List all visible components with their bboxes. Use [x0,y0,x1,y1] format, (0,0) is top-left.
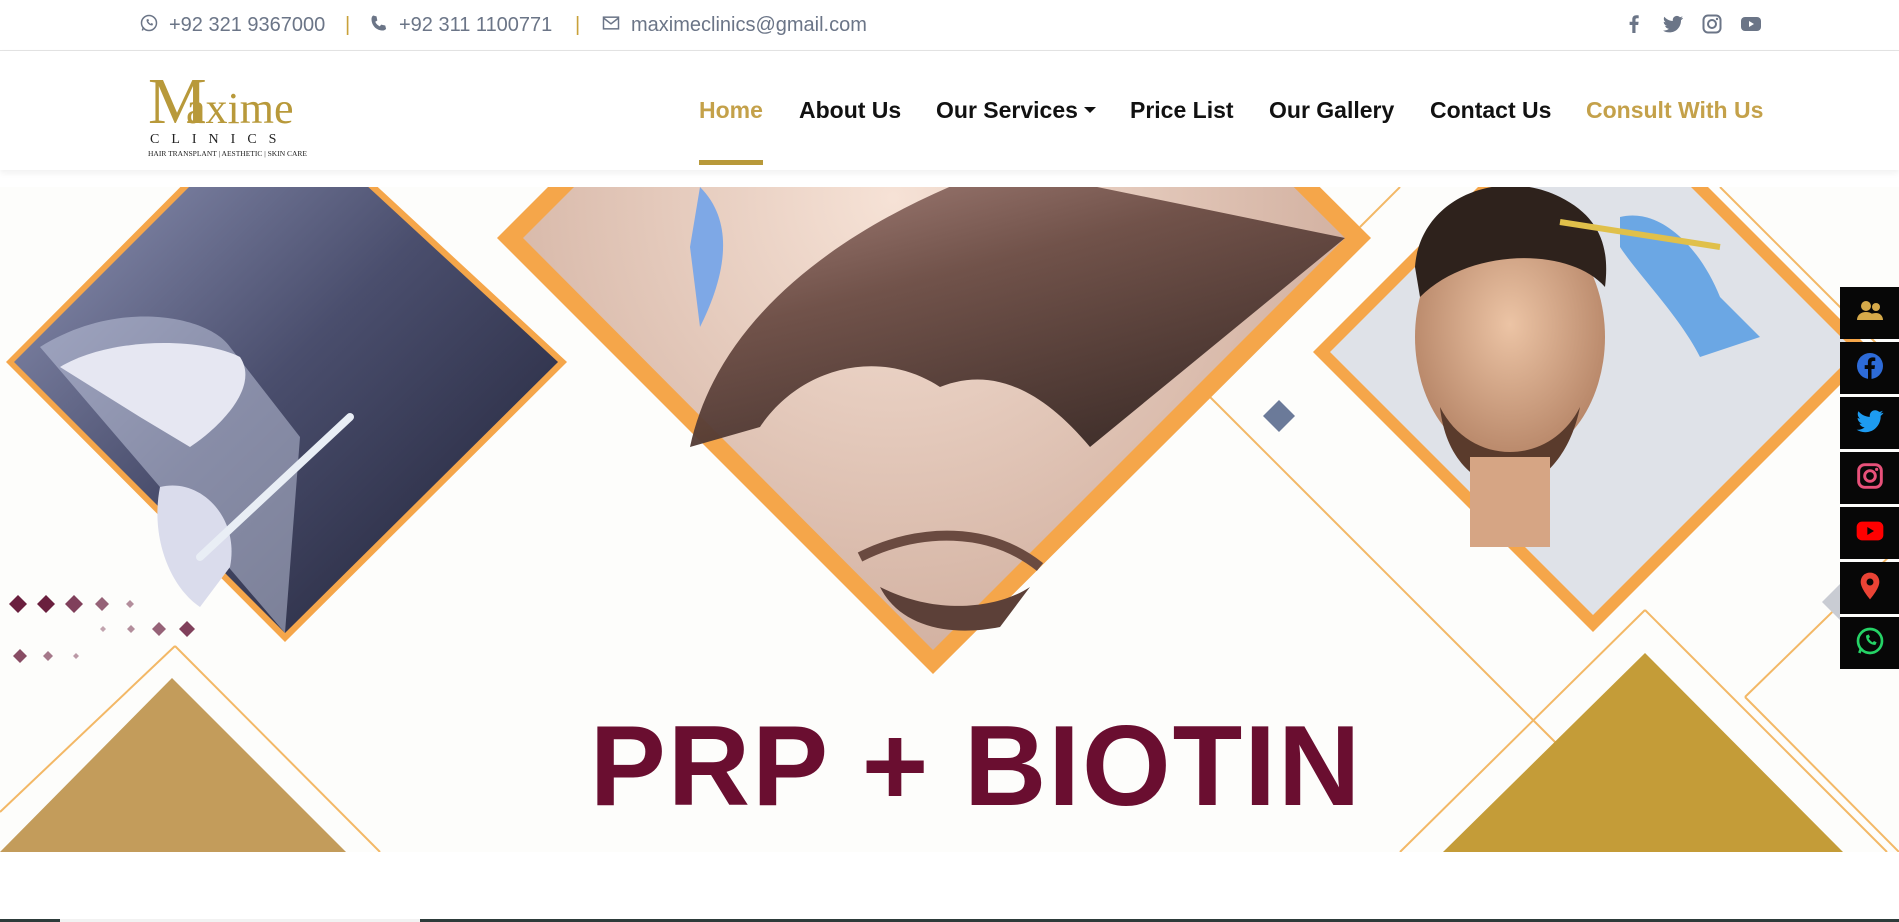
side-youtube[interactable] [1840,507,1899,559]
separator: | [575,14,581,36]
gold-triangle-right [1443,653,1843,852]
phone-number: +92 311 1100771 [399,14,553,36]
side-twitter[interactable] [1840,397,1899,449]
separator: | [345,14,351,36]
facebook-icon [1854,350,1886,387]
facebook-icon[interactable] [1622,12,1646,36]
top-social-links [1607,12,1763,36]
hero-photo-scalp-injection [6,187,567,642]
hero-title: PRP + BIOTIN [589,703,1363,830]
nav-contact[interactable]: Contact Us [1430,51,1551,170]
hero-photo-female-scalp [497,187,1371,674]
twitter-icon [1854,405,1886,442]
youtube-icon [1854,515,1886,552]
logo-wordmark: axime [186,84,294,133]
nav-consult[interactable]: Consult With Us [1586,51,1763,170]
hero-photo-male-face [1313,187,1873,632]
nav-about[interactable]: About Us [799,51,901,170]
nav-services-label: Our Services [936,97,1078,123]
nav-home[interactable]: Home [699,51,763,170]
envelope-icon [601,13,631,39]
nav-gallery[interactable]: Our Gallery [1269,51,1394,170]
top-contact-bar: +92 321 9367000 | +92 311 1100771 | maxi… [0,0,1899,51]
whatsapp-icon [1854,625,1886,662]
whatsapp-contact[interactable]: +92 321 9367000 [139,0,325,51]
caret-down-icon [1083,106,1096,113]
side-group[interactable] [1840,287,1899,339]
phone-icon [369,13,399,39]
whatsapp-icon [139,13,169,39]
map-pin-icon [1854,570,1886,607]
group-icon [1854,295,1886,332]
instagram-icon[interactable] [1700,12,1724,36]
logo-subtitle: CLINICS [150,132,289,147]
side-whatsapp[interactable] [1840,617,1899,669]
active-indicator [699,160,763,165]
email-address: maximeclinics@gmail.com [631,14,867,36]
youtube-icon[interactable] [1739,12,1763,36]
nav-home-label: Home [699,97,763,123]
floating-social-bar [1840,287,1899,672]
nav-services[interactable]: Our Services [936,51,1096,170]
decorative-diamond [1263,400,1295,432]
side-location[interactable] [1840,562,1899,614]
whatsapp-number: +92 321 9367000 [169,14,326,36]
twitter-icon[interactable] [1661,12,1685,36]
side-instagram[interactable] [1840,452,1899,504]
instagram-icon [1854,460,1886,497]
side-facebook[interactable] [1840,342,1899,394]
brand-logo[interactable]: M axime CLINICS HAIR TRANSPLANT | AESTHE… [148,61,318,161]
hero-banner: PRP + BIOTIN [0,187,1899,852]
main-header: M axime CLINICS HAIR TRANSPLANT | AESTHE… [0,51,1899,170]
logo-tagline: HAIR TRANSPLANT | AESTHETIC | SKIN CARE [148,149,307,158]
nav-price-list[interactable]: Price List [1130,51,1234,170]
email-contact[interactable]: maximeclinics@gmail.com [601,0,867,51]
phone-contact[interactable]: +92 311 1100771 [369,0,552,51]
